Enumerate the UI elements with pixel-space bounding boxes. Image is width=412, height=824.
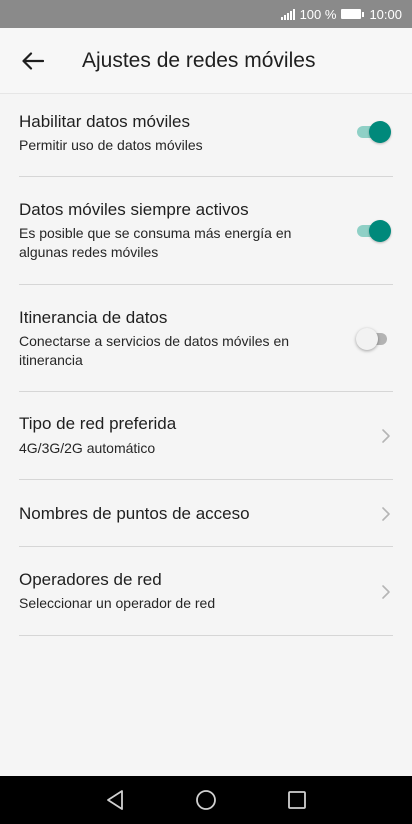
setting-access-point-names[interactable]: Nombres de puntos de acceso — [19, 480, 393, 547]
battery-percent: 100 % — [299, 6, 337, 22]
page-title: Ajustes de redes móviles — [82, 48, 316, 72]
setting-network-operators[interactable]: Operadores de red Seleccionar un operado… — [19, 547, 393, 636]
always-on-toggle[interactable] — [357, 219, 391, 243]
setting-subtitle: Conectarse a servicios de datos móviles … — [19, 333, 290, 368]
setting-title: Tipo de red preferida — [19, 414, 177, 433]
data-roaming-toggle[interactable] — [356, 327, 391, 351]
setting-subtitle: Es posible que se consuma más energía en… — [19, 225, 292, 260]
setting-title: Habilitar datos móviles — [19, 112, 191, 131]
app-bar: Ajustes de redes móviles — [0, 28, 412, 94]
back-button[interactable] — [19, 47, 47, 75]
setting-subtitle: 4G/3G/2G automático — [19, 440, 156, 456]
setting-mobile-data-always-on[interactable]: Datos móviles siempre activos Es posible… — [19, 177, 393, 285]
setting-enable-mobile-data[interactable]: Habilitar datos móviles Permitir uso de … — [19, 94, 393, 177]
nav-recents-button[interactable] — [283, 786, 311, 814]
mobile-data-toggle[interactable] — [357, 120, 391, 144]
setting-title: Operadores de red — [19, 570, 162, 589]
setting-preferred-network-type[interactable]: Tipo de red preferida 4G/3G/2G automátic… — [19, 392, 393, 480]
setting-data-roaming[interactable]: Itinerancia de datos Conectarse a servic… — [19, 285, 393, 392]
setting-subtitle: Permitir uso de datos móviles — [19, 137, 203, 153]
battery-icon — [341, 9, 365, 19]
chevron-right-icon — [382, 507, 390, 521]
clock: 10:00 — [369, 6, 402, 22]
setting-title: Datos móviles siempre activos — [19, 200, 249, 219]
nav-home-button[interactable] — [192, 786, 220, 814]
chevron-right-icon — [382, 585, 390, 599]
settings-list: Habilitar datos móviles Permitir uso de … — [0, 94, 412, 636]
home-circle-icon — [196, 790, 216, 810]
setting-subtitle: Seleccionar un operador de red — [19, 595, 216, 611]
setting-title: Itinerancia de datos — [19, 308, 168, 327]
navigation-bar — [0, 776, 412, 824]
recents-square-icon — [287, 791, 306, 809]
status-bar: 100 % 10:00 — [0, 0, 412, 28]
setting-title: Nombres de puntos de acceso — [19, 504, 250, 523]
signal-icon — [280, 8, 295, 20]
nav-back-button[interactable] — [101, 786, 129, 814]
back-triangle-icon — [107, 790, 124, 810]
chevron-right-icon — [382, 429, 390, 443]
arrow-left-icon — [22, 51, 44, 70]
